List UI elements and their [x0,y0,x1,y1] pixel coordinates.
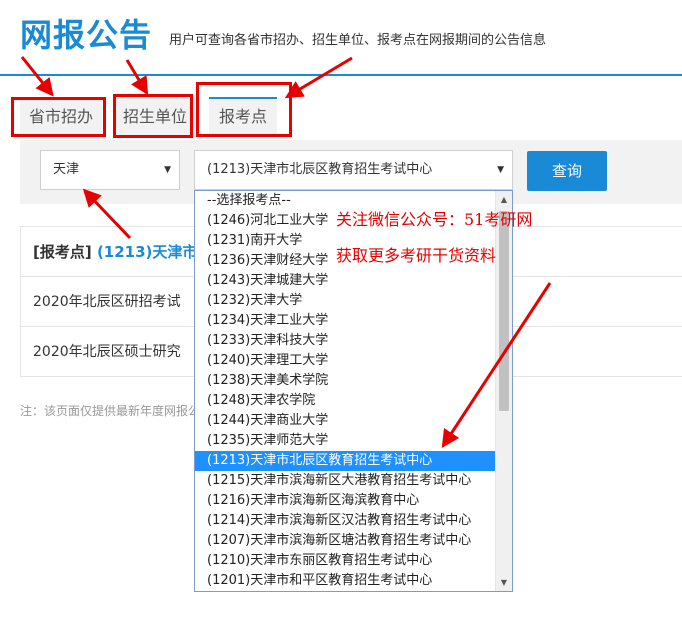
header-divider [0,74,682,76]
scroll-thumb[interactable] [499,211,509,411]
annotation-box [196,82,292,137]
dropdown-option[interactable]: (1216)天津市滨海新区海滨教育中心 [195,491,496,511]
dropdown-option[interactable]: (1214)天津市滨海新区汉沽教育招生考试中心 [195,511,496,531]
dropdown-option[interactable]: (1233)天津科技大学 [195,331,496,351]
watermark-line-1: 关注微信公众号：51考研网 [336,210,533,229]
dropdown-option[interactable]: (1210)天津市东丽区教育招生考试中心 [195,551,496,571]
dropdown-option[interactable]: (1240)天津理工大学 [195,351,496,371]
chevron-down-icon: ▼ [497,165,504,175]
province-select-value: 天津 [53,162,80,177]
results-header-prefix: [报考点] [33,243,92,261]
dropdown-option[interactable]: (1232)天津大学 [195,291,496,311]
dropdown-option[interactable]: (1215)天津市滨海新区大港教育招生考试中心 [195,471,496,491]
annotation-box [113,94,193,138]
dropdown-option[interactable]: (1248)天津农学院 [195,391,496,411]
scroll-down-icon[interactable]: ▼ [496,574,512,591]
exam-site-select-value: (1213)天津市北辰区教育招生考试中心 [207,162,433,177]
dropdown-option[interactable]: (1235)天津师范大学 [195,431,496,451]
exam-site-select[interactable]: (1213)天津市北辰区教育招生考试中心 ▼ [194,150,513,190]
chevron-down-icon: ▼ [164,165,171,175]
province-select[interactable]: 天津 ▼ [40,150,180,190]
dropdown-option[interactable]: (1244)天津商业大学 [195,411,496,431]
query-button[interactable]: 查询 [527,151,607,191]
dropdown-option[interactable]: (1243)天津城建大学 [195,271,496,291]
dropdown-option[interactable]: (1234)天津工业大学 [195,311,496,331]
dropdown-option[interactable]: (1238)天津美术学院 [195,371,496,391]
dropdown-option[interactable]: (1201)天津市和平区教育招生考试中心 [195,571,496,591]
dropdown-option[interactable]: (1207)天津市滨海新区塘沽教育招生考试中心 [195,531,496,551]
annotation-box [11,97,106,137]
dropdown-option[interactable]: (1213)天津市北辰区教育招生考试中心 [195,451,496,471]
annotation-arrow [284,56,353,99]
page-title: 网报公告 [20,16,153,54]
dropdown-scrollbar[interactable]: ▲ ▼ [495,191,512,591]
watermark-line-2: 获取更多考研干货资料 [336,246,497,265]
page-subtitle: 用户可查询各省市招办、招生单位、报考点在网报期间的公告信息 [169,33,547,48]
